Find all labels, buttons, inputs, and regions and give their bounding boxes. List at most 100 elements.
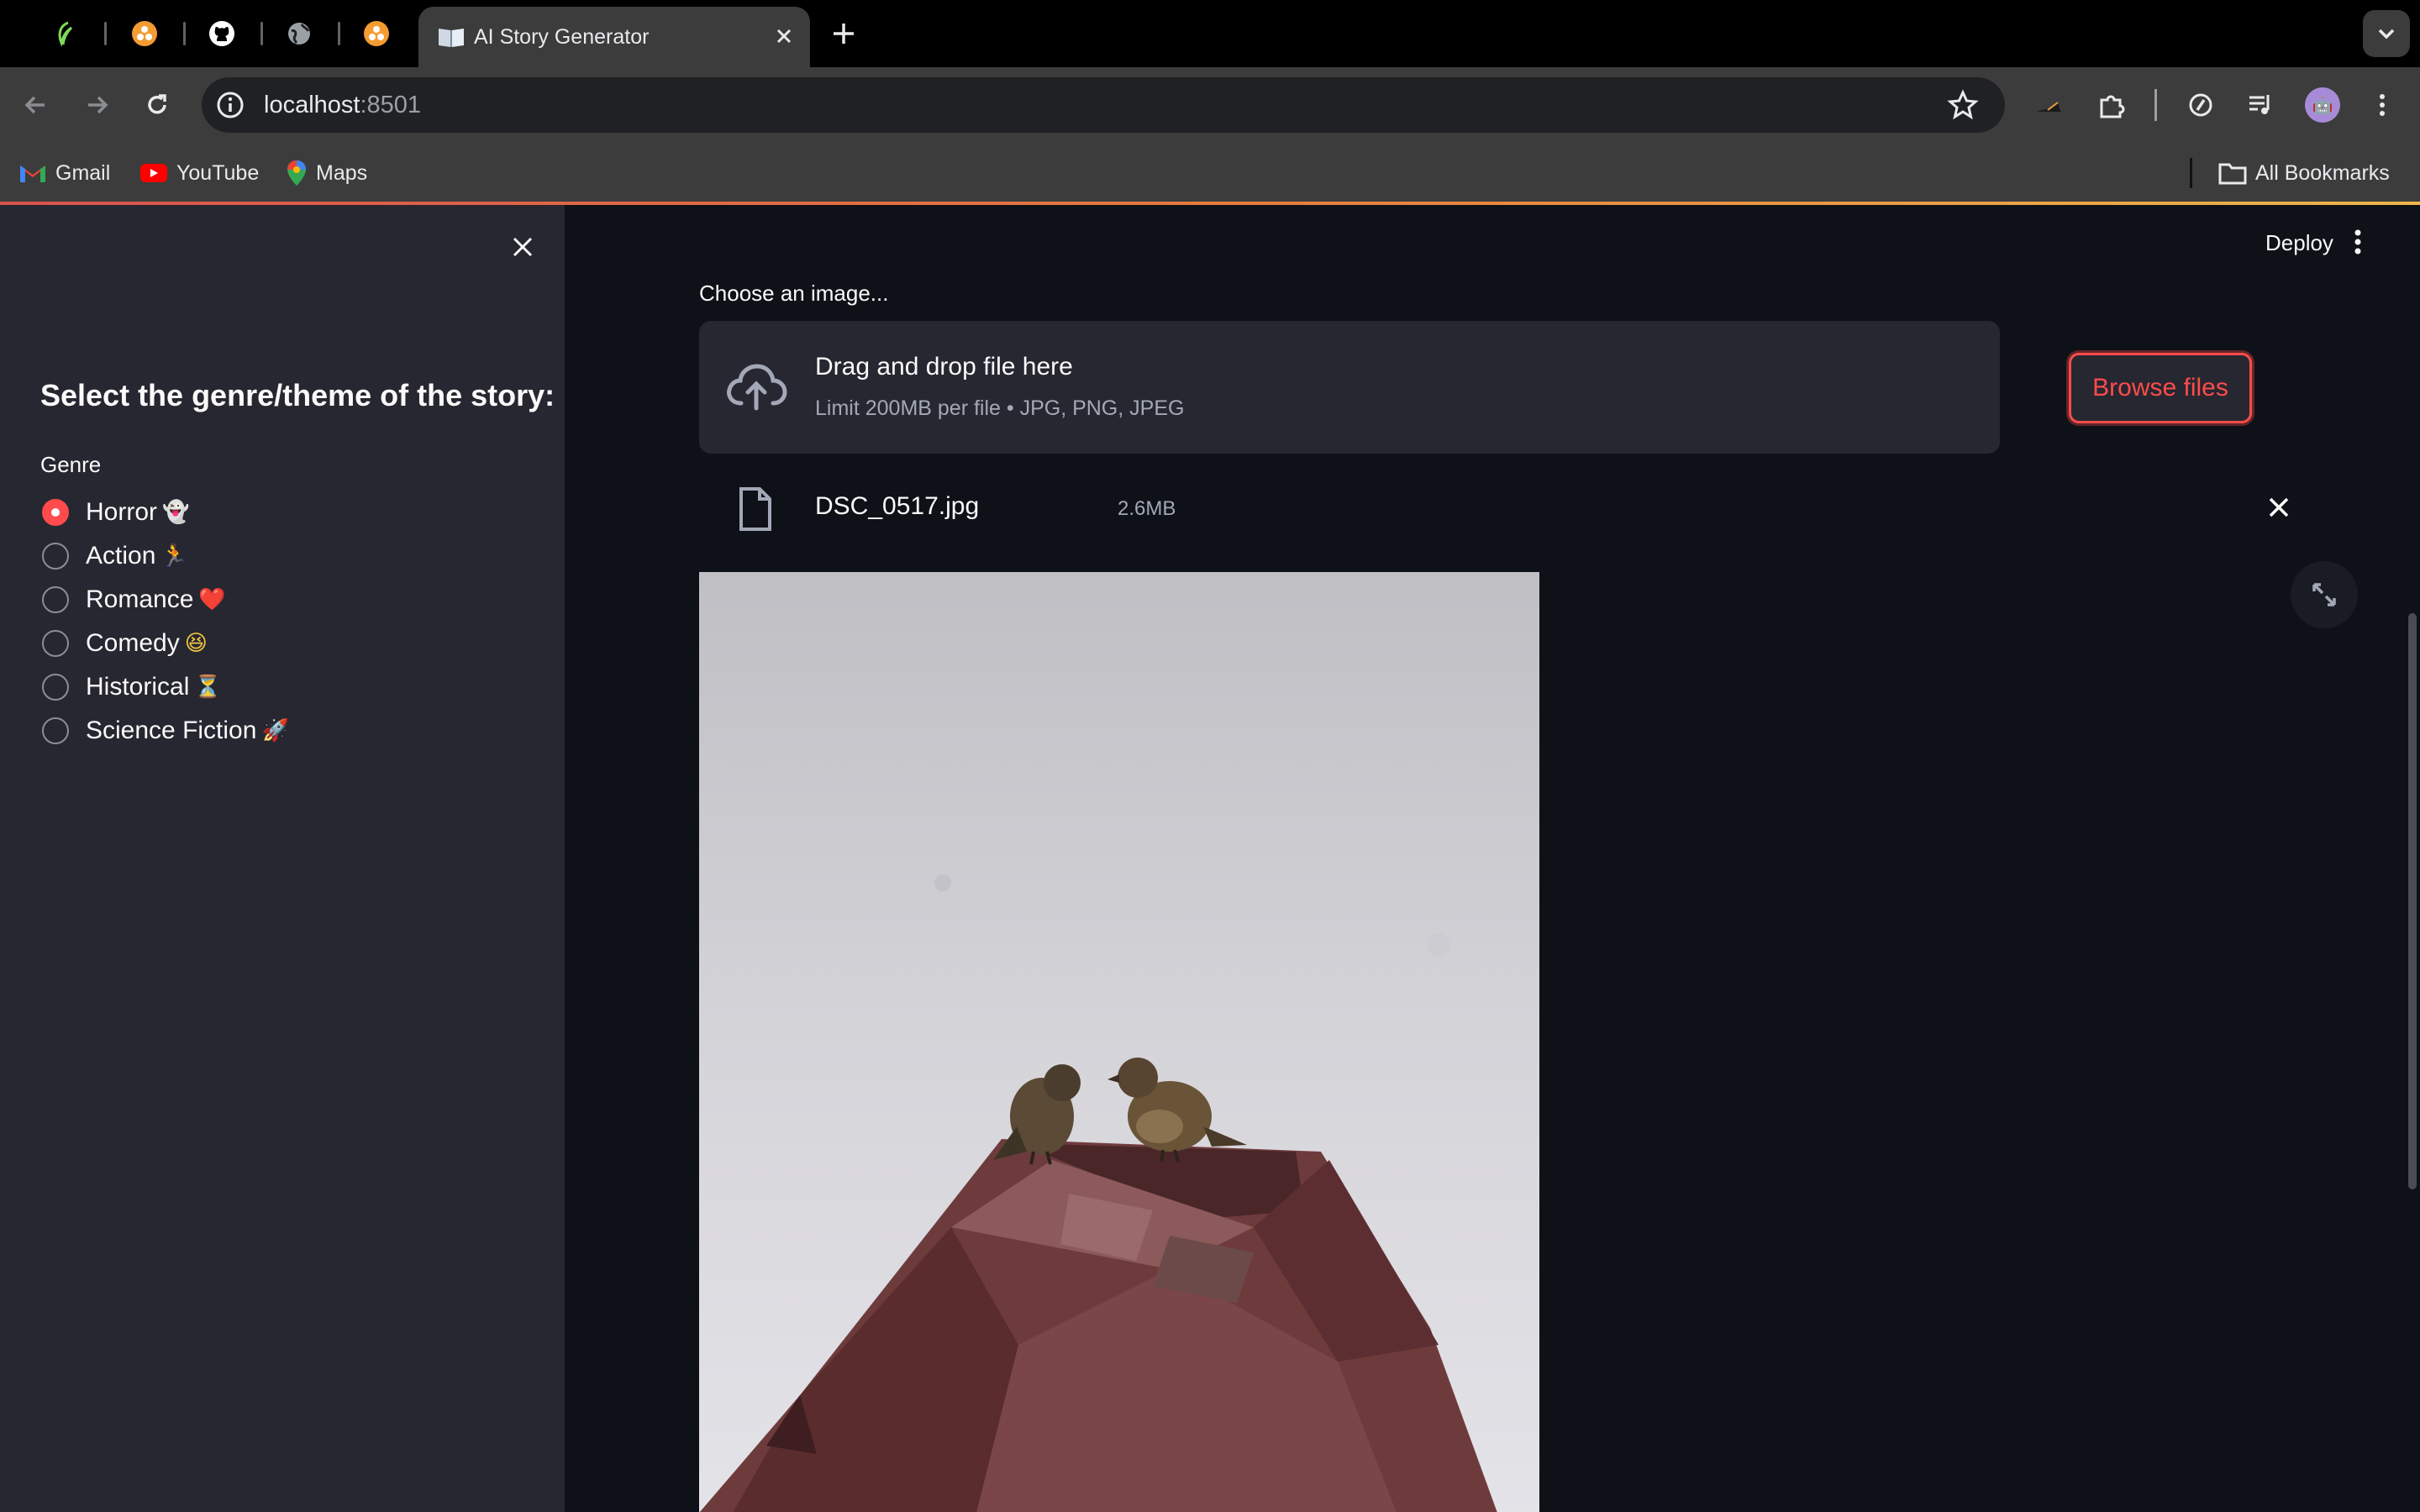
active-tab[interactable]: AI Story Generator: [418, 7, 810, 71]
radio-button[interactable]: [42, 586, 69, 613]
sidebar-heading: Select the genre/theme of the story:: [40, 378, 555, 412]
bookmark-label: YouTube: [176, 160, 260, 185]
tab-favicon-orange-icon[interactable]: [358, 15, 395, 52]
sidebar: Select the genre/theme of the story: Gen…: [0, 205, 565, 1512]
tab-title: AI Story Generator: [474, 25, 650, 49]
speedometer-icon: [2189, 93, 2212, 117]
radio-button[interactable]: [42, 543, 69, 570]
bookmarks-divider: [2190, 158, 2192, 188]
kebab-menu-icon: [2380, 94, 2385, 116]
laughing-emoji-icon: 😆: [184, 631, 208, 656]
deploy-button[interactable]: Deploy: [2265, 230, 2333, 256]
chrome-menu-button[interactable]: [2363, 86, 2402, 124]
uploaded-file-row: DSC_0517.jpg 2.6MB: [699, 482, 2000, 534]
uploaded-file-name: DSC_0517.jpg: [815, 492, 980, 520]
radio-button[interactable]: [42, 717, 69, 744]
bookmark-star-icon[interactable]: [1946, 88, 1980, 122]
uploaded-image-preview: [699, 572, 1539, 1512]
tab-separator: [338, 22, 340, 45]
remove-file-icon[interactable]: [2264, 492, 2294, 522]
new-tab-icon[interactable]: [827, 15, 860, 52]
site-info-icon[interactable]: [213, 88, 247, 122]
radio-option-historical[interactable]: Historical ⏳: [42, 670, 222, 704]
close-tab-icon[interactable]: [771, 24, 797, 49]
performance-button[interactable]: [2181, 86, 2220, 124]
toolbar-separator: [2154, 89, 2157, 121]
back-button[interactable]: [17, 86, 55, 124]
chevron-down-icon: [2378, 29, 2395, 39]
radio-option-science-fiction[interactable]: Science Fiction 🚀: [42, 714, 289, 748]
rocket-emoji-icon: 🚀: [261, 718, 289, 743]
extensions-button[interactable]: [2092, 86, 2131, 124]
gmail-icon: [20, 165, 45, 182]
page-scrollbar[interactable]: [2408, 613, 2417, 1189]
tab-search-button[interactable]: [2363, 10, 2410, 57]
bookmark-maps[interactable]: Maps: [286, 143, 367, 203]
tab-favicon-globe-icon[interactable]: [281, 15, 318, 52]
bookmark-label: Maps: [316, 160, 368, 185]
queue-music-icon: [2249, 95, 2270, 114]
avatar-emoji: 🤖: [2312, 96, 2333, 115]
tab-favicon-github-icon[interactable]: [203, 15, 240, 52]
main-content: Deploy Choose an image... Drag and drop …: [565, 205, 2420, 1512]
radio-option-label: Science Fiction: [86, 717, 257, 744]
radio-option-label: Action: [86, 542, 156, 570]
youtube-icon: [140, 164, 167, 182]
heart-emoji-icon: ❤️: [198, 587, 226, 612]
cloud-upload-icon: [727, 364, 787, 411]
all-bookmarks-button[interactable]: All Bookmarks: [2218, 143, 2390, 203]
folder-icon: [2218, 163, 2247, 185]
puzzle-icon: [2100, 95, 2125, 118]
radio-option-romance[interactable]: Romance ❤️: [42, 583, 226, 617]
browse-files-button[interactable]: Browse files: [2069, 353, 2252, 423]
arrow-left-icon: [24, 96, 45, 114]
file-icon: [739, 487, 771, 531]
dropzone-limit-text: Limit 200MB per file • JPG, PNG, JPEG: [815, 396, 1185, 420]
radio-button-selected[interactable]: [42, 499, 69, 526]
bookmark-gmail[interactable]: Gmail: [18, 143, 110, 203]
genre-radio-label: Genre: [40, 452, 102, 477]
address-bar[interactable]: localhost:8501: [202, 77, 2005, 133]
reload-icon: [148, 94, 166, 114]
runner-emoji-icon: 🏃: [160, 543, 188, 569]
url-text: localhost:8501: [264, 77, 421, 133]
fullscreen-button[interactable]: [2291, 561, 2358, 628]
book-icon: [439, 29, 464, 47]
ghost-emoji-icon: 👻: [162, 500, 190, 525]
bookmarks-bar: Gmail YouTube Maps All Bookmarks: [0, 143, 2420, 203]
forward-button[interactable]: [77, 86, 116, 124]
radio-option-label: Historical: [86, 673, 190, 701]
radio-option-horror[interactable]: Horror 👻: [42, 496, 189, 529]
url-port: :8501: [360, 92, 422, 118]
url-host: localhost: [264, 92, 360, 118]
uploaded-file-size: 2.6MB: [1118, 497, 1176, 520]
radio-option-label: Comedy: [86, 629, 180, 657]
hourglass-emoji-icon: ⏳: [194, 675, 222, 700]
tab-separator: [260, 22, 263, 45]
tab-separator: [183, 22, 186, 45]
file-uploader-label: Choose an image...: [699, 281, 889, 306]
fullscreen-icon: [2312, 583, 2336, 606]
radio-option-label: Horror: [86, 498, 158, 526]
reload-button[interactable]: [138, 86, 176, 124]
media-controls-button[interactable]: [2242, 86, 2281, 124]
radio-button[interactable]: [42, 674, 69, 701]
browser-toolbar: localhost:8501 🤖: [0, 67, 2420, 143]
close-sidebar-icon[interactable]: [506, 230, 539, 264]
dropzone-title: Drag and drop file here: [815, 353, 1073, 381]
file-dropzone[interactable]: Drag and drop file here Limit 200MB per …: [699, 321, 2000, 454]
tab-favicon-orange-icon[interactable]: [126, 15, 163, 52]
radio-button[interactable]: [42, 630, 69, 657]
extension-button[interactable]: [2028, 86, 2067, 124]
extension-hat-icon: [2036, 102, 2061, 112]
birds-on-roof-image: [699, 572, 1539, 1512]
app-menu-kebab-icon[interactable]: [2341, 225, 2375, 259]
arrow-right-icon: [88, 96, 108, 114]
bookmark-label: Gmail: [55, 160, 111, 185]
radio-option-action[interactable]: Action 🏃: [42, 539, 188, 573]
profile-avatar[interactable]: 🤖: [2305, 87, 2340, 123]
tab-favicon-leaf-icon[interactable]: [47, 15, 84, 52]
bookmark-youtube[interactable]: YouTube: [139, 143, 259, 203]
tab-separator: [104, 22, 107, 45]
radio-option-comedy[interactable]: Comedy 😆: [42, 627, 208, 660]
